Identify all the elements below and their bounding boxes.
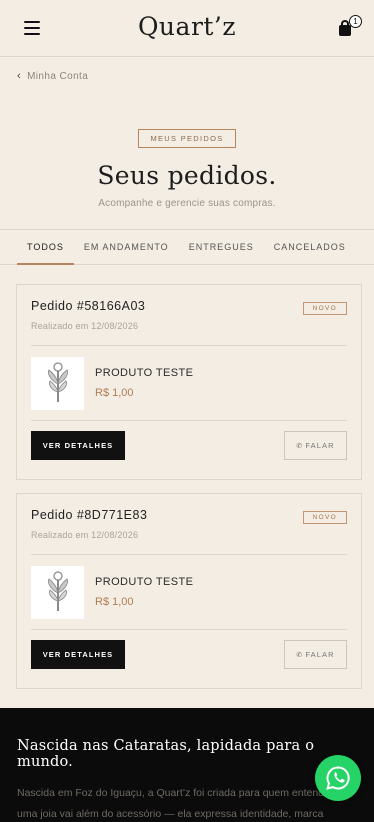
whatsapp-fab-button[interactable] [315,755,361,801]
back-link-label: Minha Conta [27,70,89,82]
talk-button[interactable]: ✆ FALAR [284,431,347,460]
footer-text: Nascida em Foz do Iguaçu, a Quart’z foi … [17,787,350,820]
order-date: Realizado em 12/08/2026 [31,321,139,331]
section-badge: MEUS PEDIDOS [138,129,236,148]
product-price: R$ 1,00 [95,596,134,608]
talk-button[interactable]: ✆ FALAR [284,640,347,669]
order-date: Realizado em 12/08/2026 [31,530,139,540]
talk-button-label: FALAR [305,441,335,450]
whatsapp-icon: ✆ [296,442,304,450]
back-link[interactable]: ‹ Minha Conta [17,70,374,82]
whatsapp-icon [326,766,350,790]
view-details-button[interactable]: VER DETALHES [31,640,125,669]
status-badge: NOVO [302,511,347,524]
order-number: Pedido #8D771E83 [31,508,148,522]
order-item: PRODUTO TESTE R$ 1,00 [31,346,347,420]
product-price: R$ 1,00 [95,387,134,399]
page-hero: MEUS PEDIDOS Seus pedidos. Acompanhe e g… [0,128,374,209]
page-subtitle: Acompanhe e gerencie suas compras. [98,198,276,209]
product-image[interactable] [31,565,84,619]
order-card: Pedido #8D771E83 Realizado em 12/08/2026… [16,493,362,689]
tab-cancelados[interactable]: CANCELADOS [264,230,356,264]
order-item: PRODUTO TESTE R$ 1,00 [31,555,347,629]
product-name: PRODUTO TESTE [95,367,194,379]
product-image[interactable] [31,356,84,410]
order-card: Pedido #58166A03 Realizado em 12/08/2026… [16,284,362,480]
order-number: Pedido #58166A03 [31,299,146,313]
footer-heading: Nascida nas Cataratas, lapidada para o m… [17,738,315,770]
talk-button-label: FALAR [305,650,335,659]
tab-em-andamento[interactable]: EM ANDAMENTO [74,230,179,264]
whatsapp-icon: ✆ [296,651,304,659]
product-name: PRODUTO TESTE [95,576,194,588]
cart-icon[interactable]: 1 [336,15,362,39]
site-header: Quart’z 1 [0,0,374,57]
cart-count-badge: 1 [349,15,362,28]
page-title: Seus pedidos. [97,161,277,190]
tab-entregues[interactable]: ENTREGUES [179,230,264,264]
status-badge: NOVO [302,302,347,315]
order-tabs: TODOS EM ANDAMENTO ENTREGUES CANCELADOS [0,229,374,265]
menu-icon[interactable] [24,21,40,35]
chevron-left-icon: ‹ [17,70,22,82]
tab-todos[interactable]: TODOS [17,230,74,265]
view-details-button[interactable]: VER DETALHES [31,431,125,460]
logo[interactable]: Quart’z [0,12,374,41]
